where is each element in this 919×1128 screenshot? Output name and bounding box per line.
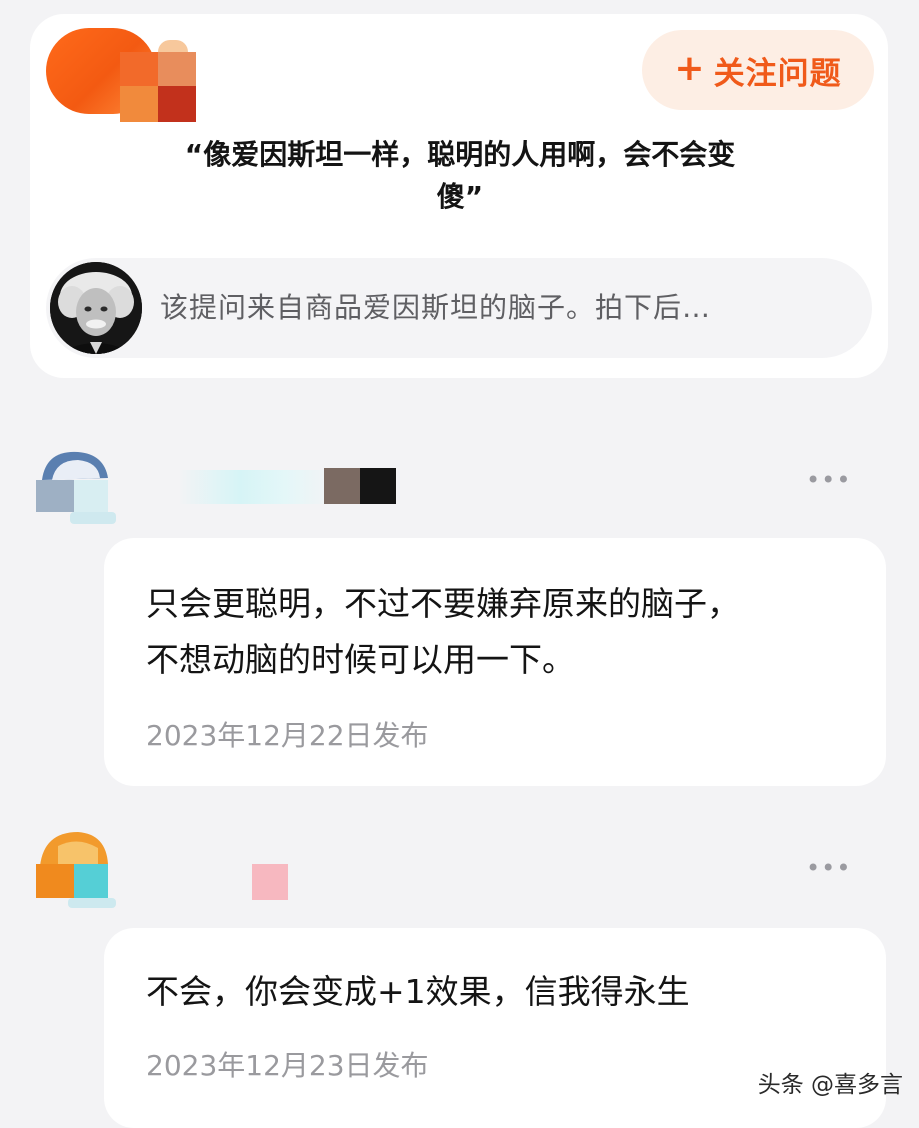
more-icon[interactable]: •••: [806, 854, 851, 882]
question-title-line: 傻”: [436, 180, 484, 213]
answer-date: 2023年12月22日发布: [146, 719, 429, 752]
asker-avatar[interactable]: [46, 28, 196, 124]
answer-text-line: 只会更聪明，不过不要嫌弃原来的脑子，: [146, 584, 740, 623]
source-text: 该提问来自商品爱因斯坦的脑子。拍下后…: [160, 291, 712, 324]
answerer-badge-blurred: [360, 468, 396, 504]
answerer-name-blurred: [252, 864, 288, 900]
answerer-avatar[interactable]: [34, 442, 118, 526]
question-source[interactable]: 该提问来自商品爱因斯坦的脑子。拍下后…: [46, 258, 872, 358]
question-title-line: “像爱因斯坦一样，聪明的人用啊，会不会变: [184, 138, 736, 171]
answer-text: 不会，你会变成+1效果，信我得永生: [146, 964, 866, 1020]
follow-label: 关注问题: [713, 55, 842, 92]
answer-date: 2023年12月23日发布: [146, 1049, 429, 1082]
answerer-name-blurred: [180, 470, 330, 504]
answer-text: 只会更聪明，不过不要嫌弃原来的脑子， 不想动脑的时候可以用一下。: [146, 576, 866, 688]
einstein-avatar: [50, 262, 142, 354]
answer-bubble[interactable]: 只会更聪明，不过不要嫌弃原来的脑子， 不想动脑的时候可以用一下。 2023年12…: [104, 538, 886, 786]
follow-question-button[interactable]: + 关注问题: [642, 30, 874, 110]
answer-text-line: 不想动脑的时候可以用一下。: [146, 640, 575, 679]
answer-text-line: 不会，你会变成+1效果，信我得永生: [146, 972, 690, 1011]
answerer-badge-blurred: [324, 468, 360, 504]
watermark: 头条 @喜多言: [757, 1072, 903, 1098]
more-icon[interactable]: •••: [806, 466, 851, 494]
question-title[interactable]: “像爱因斯坦一样，聪明的人用啊，会不会变 傻”: [140, 134, 780, 218]
plus-icon: +: [674, 47, 706, 89]
answerer-avatar[interactable]: [34, 826, 118, 910]
question-card: + 关注问题 “像爱因斯坦一样，聪明的人用啊，会不会变 傻” 该提问来自商品爱因…: [30, 14, 888, 378]
